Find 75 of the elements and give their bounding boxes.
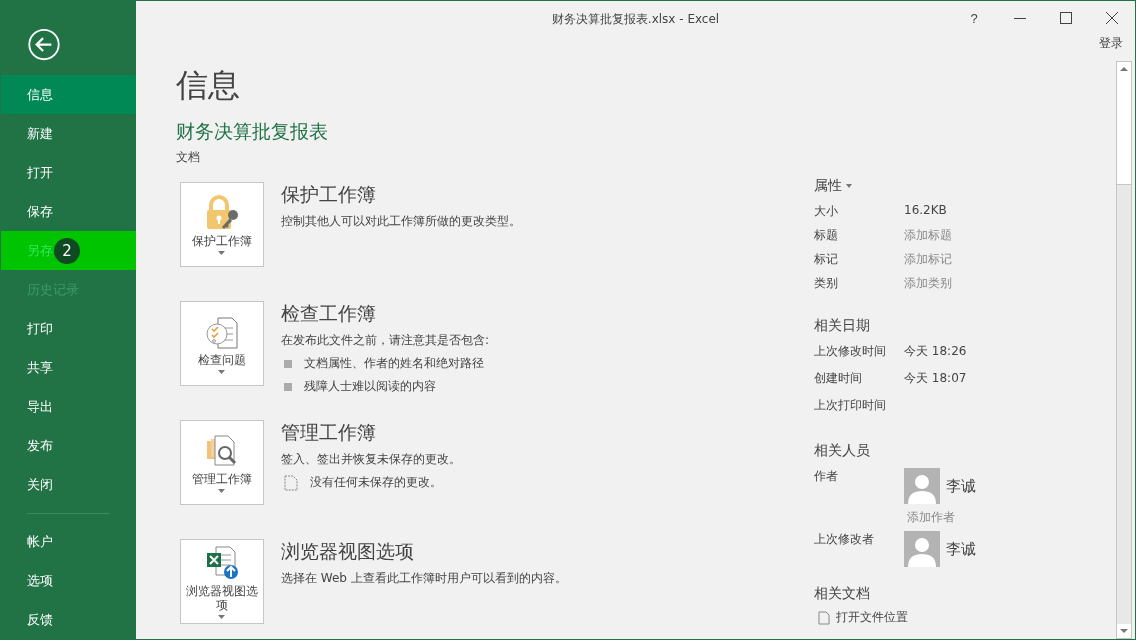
sidebar-item[interactable]: 共享 (1, 348, 136, 388)
sidebar-item[interactable]: 打开 (1, 153, 136, 193)
caret-icon (218, 614, 226, 619)
section-button[interactable]: 检查问题 (180, 301, 264, 386)
back-icon[interactable] (26, 28, 62, 62)
section-heading: 相关日期 (814, 317, 870, 335)
sign-in-link[interactable]: 登录 (1099, 35, 1123, 61)
sidebar-item[interactable]: 导出 (1, 387, 136, 427)
section-title: 保护工作簿 (281, 182, 377, 207)
open-location-link[interactable]: 打开文件位置 (836, 609, 908, 626)
add-author-field[interactable]: 添加作者 (907, 509, 976, 526)
properties-heading[interactable]: 属性 (814, 177, 853, 195)
bullet-icon (284, 382, 292, 391)
person-label: 作者 (814, 468, 839, 485)
property-label: 标记 (814, 251, 839, 268)
section-button[interactable]: 保护工作簿 (180, 182, 264, 267)
section-description: 签入、签出并恢复未保存的更改。 (281, 451, 461, 468)
maximize-icon (1060, 12, 1072, 24)
help-button[interactable]: ? (951, 1, 997, 35)
sidebar-item[interactable]: 信息 (1, 75, 136, 115)
property-field[interactable]: 添加标题 (904, 227, 952, 251)
sidebar-item[interactable]: 选项 (1, 561, 136, 600)
section-title: 管理工作簿 (281, 420, 377, 445)
section-title: 浏览器视图选项 (281, 539, 415, 564)
lock-key-icon (204, 194, 240, 231)
sidebar-item[interactable]: 保存 (1, 192, 136, 232)
caret-icon (218, 369, 226, 374)
person-name: 李诚 (946, 476, 976, 496)
property-value: 16.2KB (904, 203, 947, 219)
date-label: 上次修改时间 (814, 343, 887, 360)
caret-icon (218, 250, 226, 255)
page-heading: 信息 (176, 67, 241, 106)
sidebar-item[interactable]: 新建 (1, 114, 136, 154)
step-badge: 2 (54, 238, 80, 265)
sidebar-item[interactable]: 打印 (1, 309, 136, 349)
date-label: 创建时间 (814, 370, 863, 387)
property-field[interactable]: 添加标记 (904, 251, 952, 275)
section-description: 在发布此文件之前，请注意其是否包含: (281, 332, 490, 349)
section-description: 控制其他人可以对此工作簿所做的更改类型。 (281, 213, 521, 230)
excel-web-icon (204, 544, 240, 581)
caret-icon (846, 184, 853, 188)
scrollbar[interactable] (1116, 61, 1132, 639)
property-label: 类别 (814, 275, 839, 292)
caret-icon (218, 488, 226, 493)
section-note: 没有任何未保存的更改。 (310, 474, 442, 491)
sidebar-item[interactable]: 另存 2 (1, 231, 136, 271)
document-icon (284, 474, 298, 491)
date-value: 今天 18:07 (904, 370, 967, 387)
sidebar-item[interactable]: 反馈 (1, 600, 136, 639)
property-label: 标题 (814, 227, 839, 244)
person-name: 李诚 (946, 539, 976, 559)
close-icon (1106, 12, 1118, 24)
document-icon (818, 610, 830, 625)
person-label: 上次修改者 (814, 531, 875, 548)
date-value: 今天 18:26 (904, 343, 967, 360)
bullet-text: 文档属性、作者的姓名和绝对路径 (304, 355, 484, 372)
document-title: 财务决算批复报表 (176, 119, 329, 144)
document-location: 文档 (176, 149, 201, 166)
sidebar-item[interactable]: 关闭 (1, 465, 136, 505)
avatar-icon (904, 531, 940, 567)
property-label: 大小 (814, 203, 839, 220)
property-field[interactable]: 添加类别 (904, 275, 952, 299)
sidebar-item[interactable]: 发布 (1, 426, 136, 466)
bullet-icon (284, 359, 292, 368)
section-button[interactable]: 浏览器视图选项 (180, 539, 264, 624)
sidebar-item[interactable]: 帐户 (1, 522, 136, 561)
date-label: 上次打印时间 (814, 397, 887, 414)
window-title: 财务决算批复报表.xlsx - Excel (551, 11, 720, 28)
avatar-icon (904, 468, 940, 504)
section-heading: 相关文档 (814, 585, 870, 603)
section-heading: 相关人员 (814, 442, 870, 460)
section-button[interactable]: 管理工作簿 (180, 420, 264, 505)
bullet-text: 残障人士难以阅读的内容 (304, 378, 436, 395)
section-title: 检查工作簿 (281, 301, 377, 326)
section-description: 选择在 Web 上查看此工作簿时用户可以看到的内容。 (281, 570, 567, 587)
